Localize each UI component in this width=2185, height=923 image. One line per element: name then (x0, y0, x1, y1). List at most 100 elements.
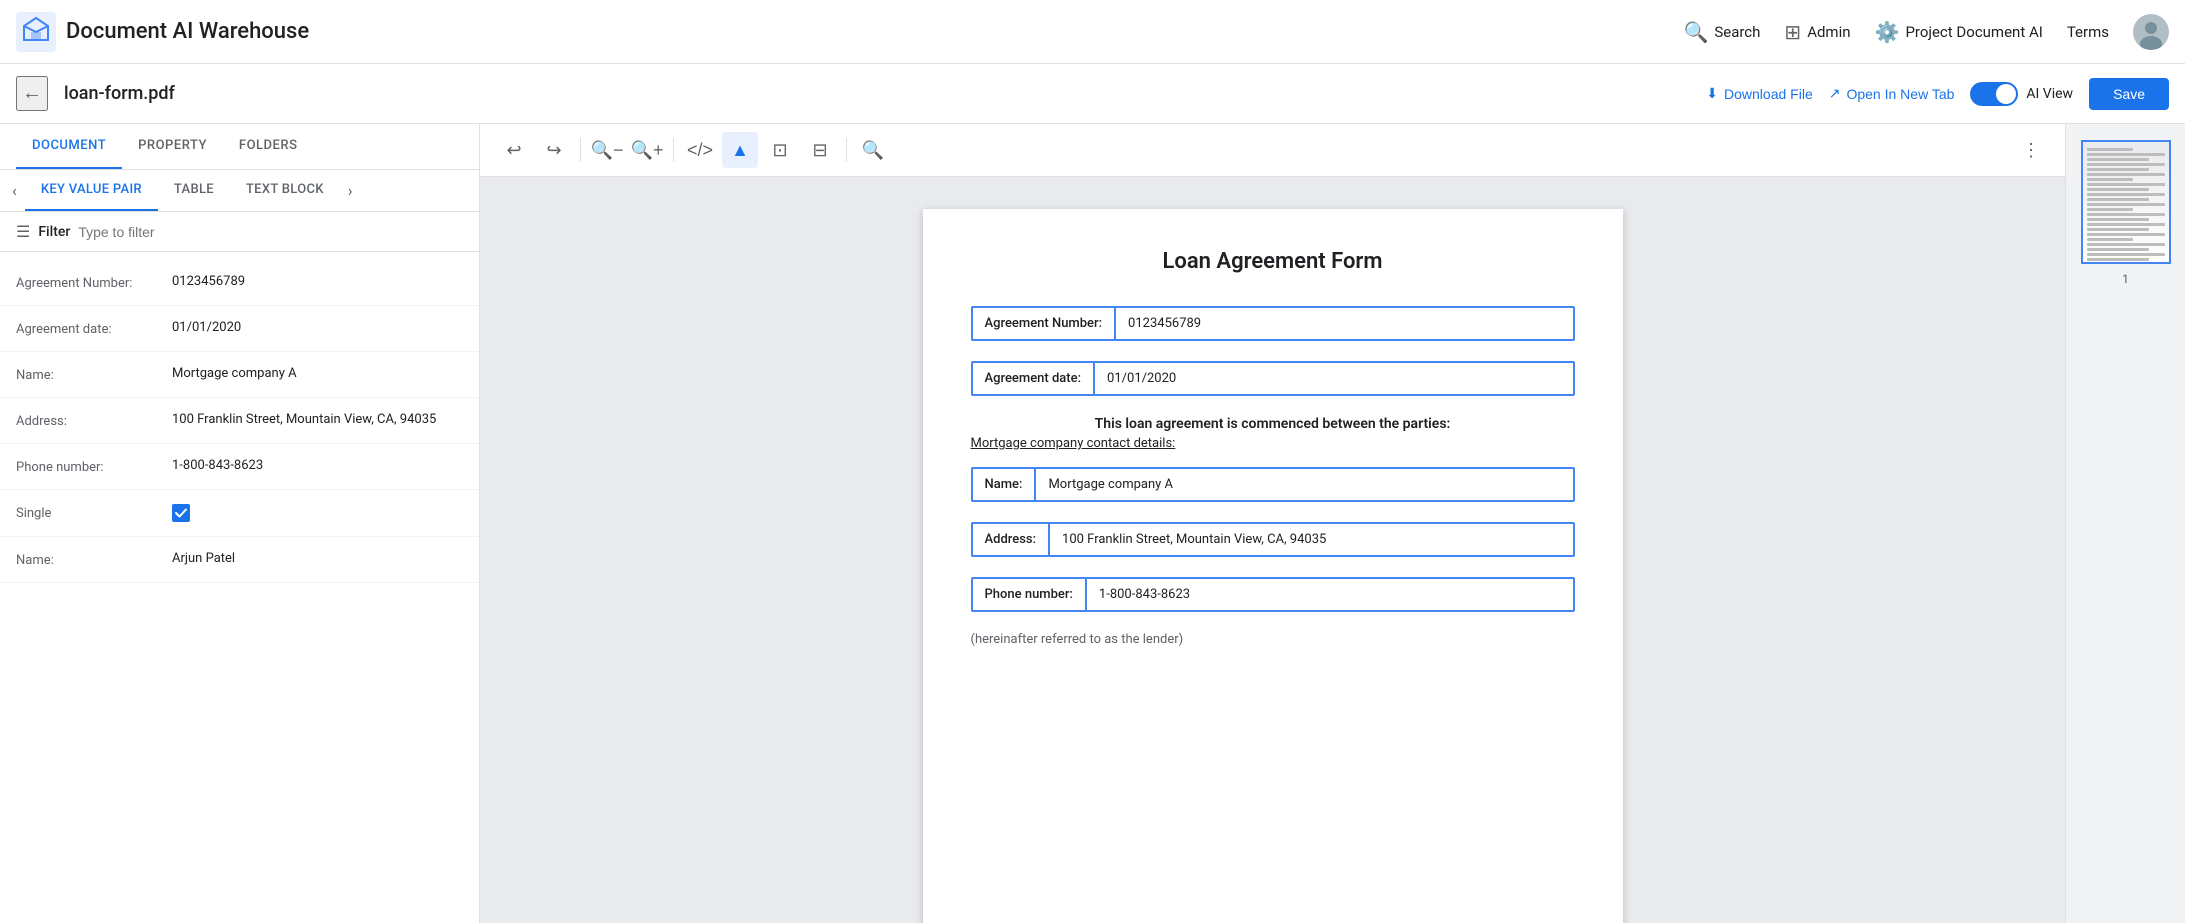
search-label: Search (1714, 23, 1760, 41)
thumb-line-23 (2087, 258, 2149, 261)
right-panel: 1 (2065, 124, 2185, 923)
thumb-line-14 (2087, 213, 2165, 216)
agreement-date-label: Agreement date: (973, 363, 1096, 394)
kv-item-4: Phone number:1-800-843-8623 (0, 444, 479, 490)
admin-nav-item[interactable]: ⊞ Admin (1784, 20, 1850, 44)
agreement-date-field: Agreement date: 01/01/2020 (971, 361, 1575, 396)
undo-button[interactable]: ↩ (496, 132, 532, 168)
doc-area[interactable]: Loan Agreement Form Agreement Number: 01… (480, 177, 2065, 923)
doc-page: Loan Agreement Form Agreement Number: 01… (923, 209, 1623, 923)
agreement-number-row: Agreement Number: 0123456789 (971, 306, 1575, 341)
thumb-line-2 (2087, 153, 2165, 156)
sub-tab-key-value[interactable]: KEY VALUE PAIR (25, 170, 158, 211)
sub-tab-prev-arrow[interactable]: ‹ (4, 173, 25, 208)
thumb-line-20 (2087, 243, 2165, 246)
open-new-tab-label: Open In New Tab (1846, 86, 1954, 102)
kv-key-3: Address: (16, 412, 156, 429)
kv-key-1: Agreement date: (16, 320, 156, 337)
thumb-line-4 (2087, 163, 2165, 166)
kv-item-2: Name:Mortgage company A (0, 352, 479, 398)
thumb-line-11 (2087, 198, 2149, 201)
thumbnail-1[interactable] (2081, 140, 2171, 264)
crop-button[interactable]: ⊡ (762, 132, 798, 168)
select-button[interactable]: ▲ (722, 132, 758, 168)
left-panel: DOCUMENT PROPERTY FOLDERS ‹ KEY VALUE PA… (0, 124, 480, 923)
app-logo[interactable]: Document AI Warehouse (16, 12, 309, 52)
toolbar-separator-1 (580, 138, 581, 162)
download-button[interactable]: ⬇ Download File (1706, 85, 1812, 102)
open-new-tab-icon: ↗ (1829, 85, 1841, 102)
thumb-line-1 (2087, 148, 2134, 151)
ai-view-switch[interactable] (1970, 82, 2018, 106)
doc-toolbar: ↩ ↪ 🔍− 🔍+ </> ▲ ⊡ ⊟ 🔍 ⋮ (480, 124, 2065, 177)
gear-icon: ⚙️ (1875, 20, 1900, 44)
kv-key-0: Agreement Number: (16, 274, 156, 291)
center-panel: ↩ ↪ 🔍− 🔍+ </> ▲ ⊡ ⊟ 🔍 ⋮ Loan Agreement F… (480, 124, 2065, 923)
panel-tabs: DOCUMENT PROPERTY FOLDERS (0, 124, 479, 170)
kv-value-3: 100 Franklin Street, Mountain View, CA, … (172, 412, 463, 427)
kv-item-3: Address: 100 Franklin Street, Mountain Vi… (0, 398, 479, 444)
filter-bar: ☰ Filter (0, 212, 479, 252)
filter-label: Filter (38, 224, 70, 240)
sub-tab-text-block[interactable]: TEXT BLOCK (230, 170, 340, 211)
top-nav: Document AI Warehouse 🔍 Search ⊞ Admin ⚙… (0, 0, 2185, 64)
tab-property[interactable]: PROPERTY (122, 124, 223, 169)
thumb-line-17 (2087, 228, 2149, 231)
back-button[interactable]: ← (16, 76, 48, 111)
code-view-button[interactable]: </> (682, 132, 718, 168)
phone-field: Phone number: 1-800-843-8623 (971, 577, 1575, 612)
thumbnail-image (2083, 142, 2169, 262)
address-field: Address: 100 Franklin Street, Mountain V… (971, 522, 1575, 557)
open-new-tab-button[interactable]: ↗ Open In New Tab (1829, 85, 1955, 102)
hereinafter-text: (hereinafter referred to as the lender) (971, 632, 1575, 647)
zoom-in-button[interactable]: 🔍+ (629, 132, 665, 168)
intro-text: This loan agreement is commenced between… (971, 416, 1575, 432)
terms-label: Terms (2067, 23, 2109, 41)
toolbar-separator-3 (846, 138, 847, 162)
kv-value-2: Mortgage company A (172, 366, 463, 381)
kv-list: Agreement Number: 0123456789 Agreement dat… (0, 252, 479, 923)
thumb-line-12 (2087, 203, 2165, 206)
thumb-line-5 (2087, 168, 2149, 171)
tab-folders[interactable]: FOLDERS (223, 124, 314, 169)
kv-item-6: Name:Arjun Patel (0, 537, 479, 583)
filter-input[interactable] (78, 224, 463, 240)
zoom-out-button[interactable]: 🔍− (589, 132, 625, 168)
thumb-line-10 (2087, 193, 2165, 196)
doc-title: Loan Agreement Form (971, 249, 1575, 274)
file-name: loan-form.pdf (64, 83, 175, 104)
comment-button[interactable]: ⊟ (802, 132, 838, 168)
agreement-date-value: 01/01/2020 (1095, 363, 1572, 394)
sub-tab-table[interactable]: TABLE (158, 170, 230, 211)
avatar[interactable] (2133, 14, 2169, 50)
redo-button[interactable]: ↪ (536, 132, 572, 168)
download-icon: ⬇ (1706, 85, 1718, 102)
sub-nav: ← loan-form.pdf ⬇ Download File ↗ Open I… (0, 64, 2185, 124)
kv-value-5 (172, 504, 463, 522)
phone-row: Phone number: 1-800-843-8623 (971, 577, 1575, 612)
thumb-line-7 (2087, 178, 2134, 181)
find-button[interactable]: 🔍 (855, 132, 891, 168)
tab-document[interactable]: DOCUMENT (16, 124, 122, 169)
save-button[interactable]: Save (2089, 78, 2169, 110)
kv-value-0: 0123456789 (172, 274, 463, 289)
search-nav-item[interactable]: 🔍 Search (1683, 20, 1760, 44)
thumbnail-page-num: 1 (2122, 272, 2129, 286)
more-button[interactable]: ⋮ (2013, 132, 2049, 168)
address-row: Address: 100 Franklin Street, Mountain V… (971, 522, 1575, 557)
search-icon: 🔍 (1683, 20, 1708, 44)
name-field: Name: Mortgage company A (971, 467, 1575, 502)
admin-label: Admin (1807, 23, 1850, 41)
thumb-line-19 (2087, 238, 2134, 241)
project-nav-item[interactable]: ⚙️ Project Document AI (1875, 20, 2043, 44)
name-value: Mortgage company A (1036, 469, 1572, 500)
address-label: Address: (973, 524, 1051, 555)
sub-tab-next-arrow[interactable]: › (340, 173, 361, 208)
project-label: Project Document AI (1905, 23, 2042, 41)
kv-item-5: Single (0, 490, 479, 537)
thumb-line-16 (2087, 223, 2165, 226)
kv-checkbox-5[interactable] (172, 504, 190, 522)
terms-nav-item[interactable]: Terms (2067, 23, 2109, 41)
thumb-line-8 (2087, 183, 2165, 186)
kv-value-4: 1-800-843-8623 (172, 458, 463, 473)
